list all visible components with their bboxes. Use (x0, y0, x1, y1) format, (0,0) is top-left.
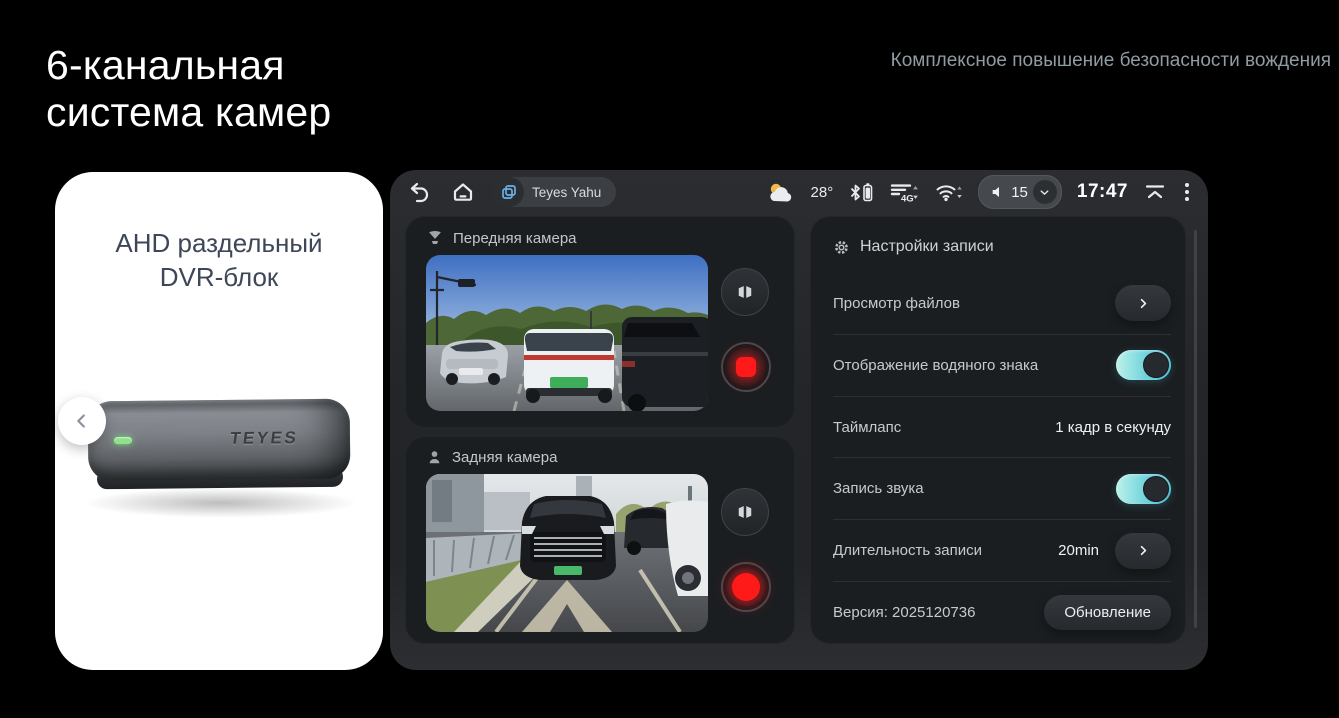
rear-scene-black-sedan (520, 496, 616, 580)
watermark-toggle[interactable] (1116, 350, 1171, 380)
rear-camera-flip-button[interactable] (721, 488, 769, 536)
dvr-device-shadow (83, 488, 359, 518)
speaker-icon (990, 184, 1006, 200)
mobile-signal-icon: 4G (890, 182, 920, 203)
head-unit-screen: Teyes Yahu 28° (390, 170, 1208, 670)
page-subtitle: Комплексное повышение безопасности вожде… (891, 50, 1331, 72)
dvr-card-title-line1: AHD раздельный (55, 226, 383, 260)
settings-row-watermark: Отображение водяного знака (833, 334, 1171, 396)
rear-camera-card: Задняя камера (405, 436, 795, 644)
status-bar-left: Teyes Yahu (408, 177, 616, 207)
duration-open-button[interactable] (1115, 533, 1171, 569)
volume-level-label: 15 (1011, 184, 1028, 201)
front-scene-white-suv (524, 329, 614, 403)
chevron-down-icon (1038, 186, 1051, 199)
rear-camera-feed (426, 474, 708, 632)
temperature-label: 28° (811, 184, 834, 201)
front-camera-controls (721, 268, 771, 392)
dvr-led-indicator (114, 437, 132, 444)
weather-icon (766, 181, 796, 203)
front-camera-icon (426, 229, 444, 247)
overflow-menu-icon[interactable] (1182, 180, 1192, 204)
page-title: 6-канальная система камер (46, 42, 331, 136)
settings-row-timelapse[interactable]: Таймлапс 1 кадр в секунду (833, 396, 1171, 458)
front-camera-flip-button[interactable] (721, 268, 769, 316)
wifi-icon (935, 182, 963, 202)
duration-label: Длительность записи (833, 542, 982, 559)
watermark-label: Отображение водяного знака (833, 357, 1038, 374)
timelapse-value: 1 кадр в секунду (1055, 419, 1171, 436)
mirror-flip-icon (735, 282, 755, 302)
settings-row-audio: Запись звука (833, 457, 1171, 519)
app-windows-icon (494, 177, 524, 207)
settings-title: Настройки записи (860, 238, 994, 256)
recording-stop-icon (736, 357, 756, 377)
duration-value: 20min (1058, 542, 1099, 559)
gear-icon (833, 239, 850, 256)
update-button[interactable]: Обновление (1044, 595, 1171, 630)
dvr-card-title-line2: DVR-блок (55, 260, 383, 294)
timelapse-label: Таймлапс (833, 419, 901, 436)
rear-camera-controls (721, 488, 771, 612)
rear-camera-scene (426, 474, 708, 632)
page-title-line2: система камер (46, 89, 331, 136)
toggle-knob (1143, 476, 1169, 502)
chevron-right-icon (1136, 543, 1151, 558)
recording-settings-card: Настройки записи Просмотр файлов Отображ… (810, 216, 1186, 644)
duration-controls: 20min (1058, 533, 1171, 569)
status-bar-right: 28° (766, 175, 1192, 209)
settings-row-version: Версия: 2025120736 Обновление (833, 581, 1171, 643)
back-icon[interactable] (408, 180, 432, 204)
front-camera-header: Передняя камера (406, 217, 794, 255)
front-scene-silver-sedan (440, 339, 508, 385)
page-title-line1: 6-канальная (46, 42, 331, 89)
dvr-brand-logo: TEYES (228, 428, 299, 449)
rear-camera-title: Задняя камера (452, 449, 557, 466)
volume-expand-button[interactable] (1033, 180, 1057, 204)
audio-record-toggle[interactable] (1116, 474, 1171, 504)
mirror-flip-icon (735, 502, 755, 522)
front-camera-card: Передняя камера (405, 216, 795, 428)
running-app-pill[interactable]: Teyes Yahu (494, 177, 616, 207)
audio-label: Запись звука (833, 480, 924, 497)
network-type-label: 4G (901, 193, 914, 203)
files-label: Просмотр файлов (833, 295, 960, 312)
files-open-button[interactable] (1115, 285, 1171, 321)
chevron-left-icon (71, 410, 93, 432)
settings-row-files: Просмотр файлов (833, 273, 1171, 334)
dvr-card-title: AHD раздельный DVR-блок (55, 226, 383, 294)
rear-camera-icon (426, 449, 443, 466)
carousel-prev-button[interactable] (58, 397, 106, 445)
app-name-label: Teyes Yahu (532, 185, 601, 200)
volume-control-pill[interactable]: 15 (978, 175, 1062, 209)
home-icon[interactable] (451, 180, 475, 204)
front-camera-record-button[interactable] (721, 342, 771, 392)
front-scene-black-suv (622, 317, 708, 411)
bluetooth-battery-icon (848, 182, 875, 203)
dvr-device-image: TEYES (88, 399, 351, 482)
front-camera-feed (426, 255, 708, 411)
clock-label: 17:47 (1077, 181, 1128, 203)
toggle-knob (1143, 352, 1169, 378)
chevron-right-icon (1136, 296, 1151, 311)
rear-camera-header: Задняя камера (406, 437, 794, 474)
status-bar: Teyes Yahu 28° (390, 170, 1208, 214)
front-camera-scene (426, 255, 708, 411)
rear-camera-record-button[interactable] (721, 562, 771, 612)
front-camera-title: Передняя камера (453, 230, 577, 247)
settings-row-duration: Длительность записи 20min (833, 519, 1171, 581)
collapse-panel-icon[interactable] (1143, 180, 1167, 204)
settings-header: Настройки записи (833, 217, 1171, 273)
settings-scrollbar[interactable] (1194, 230, 1197, 628)
version-label: Версия: 2025120736 (833, 604, 975, 621)
record-icon (732, 573, 760, 601)
promo-page: 6-канальная система камер Комплексное по… (0, 0, 1339, 718)
